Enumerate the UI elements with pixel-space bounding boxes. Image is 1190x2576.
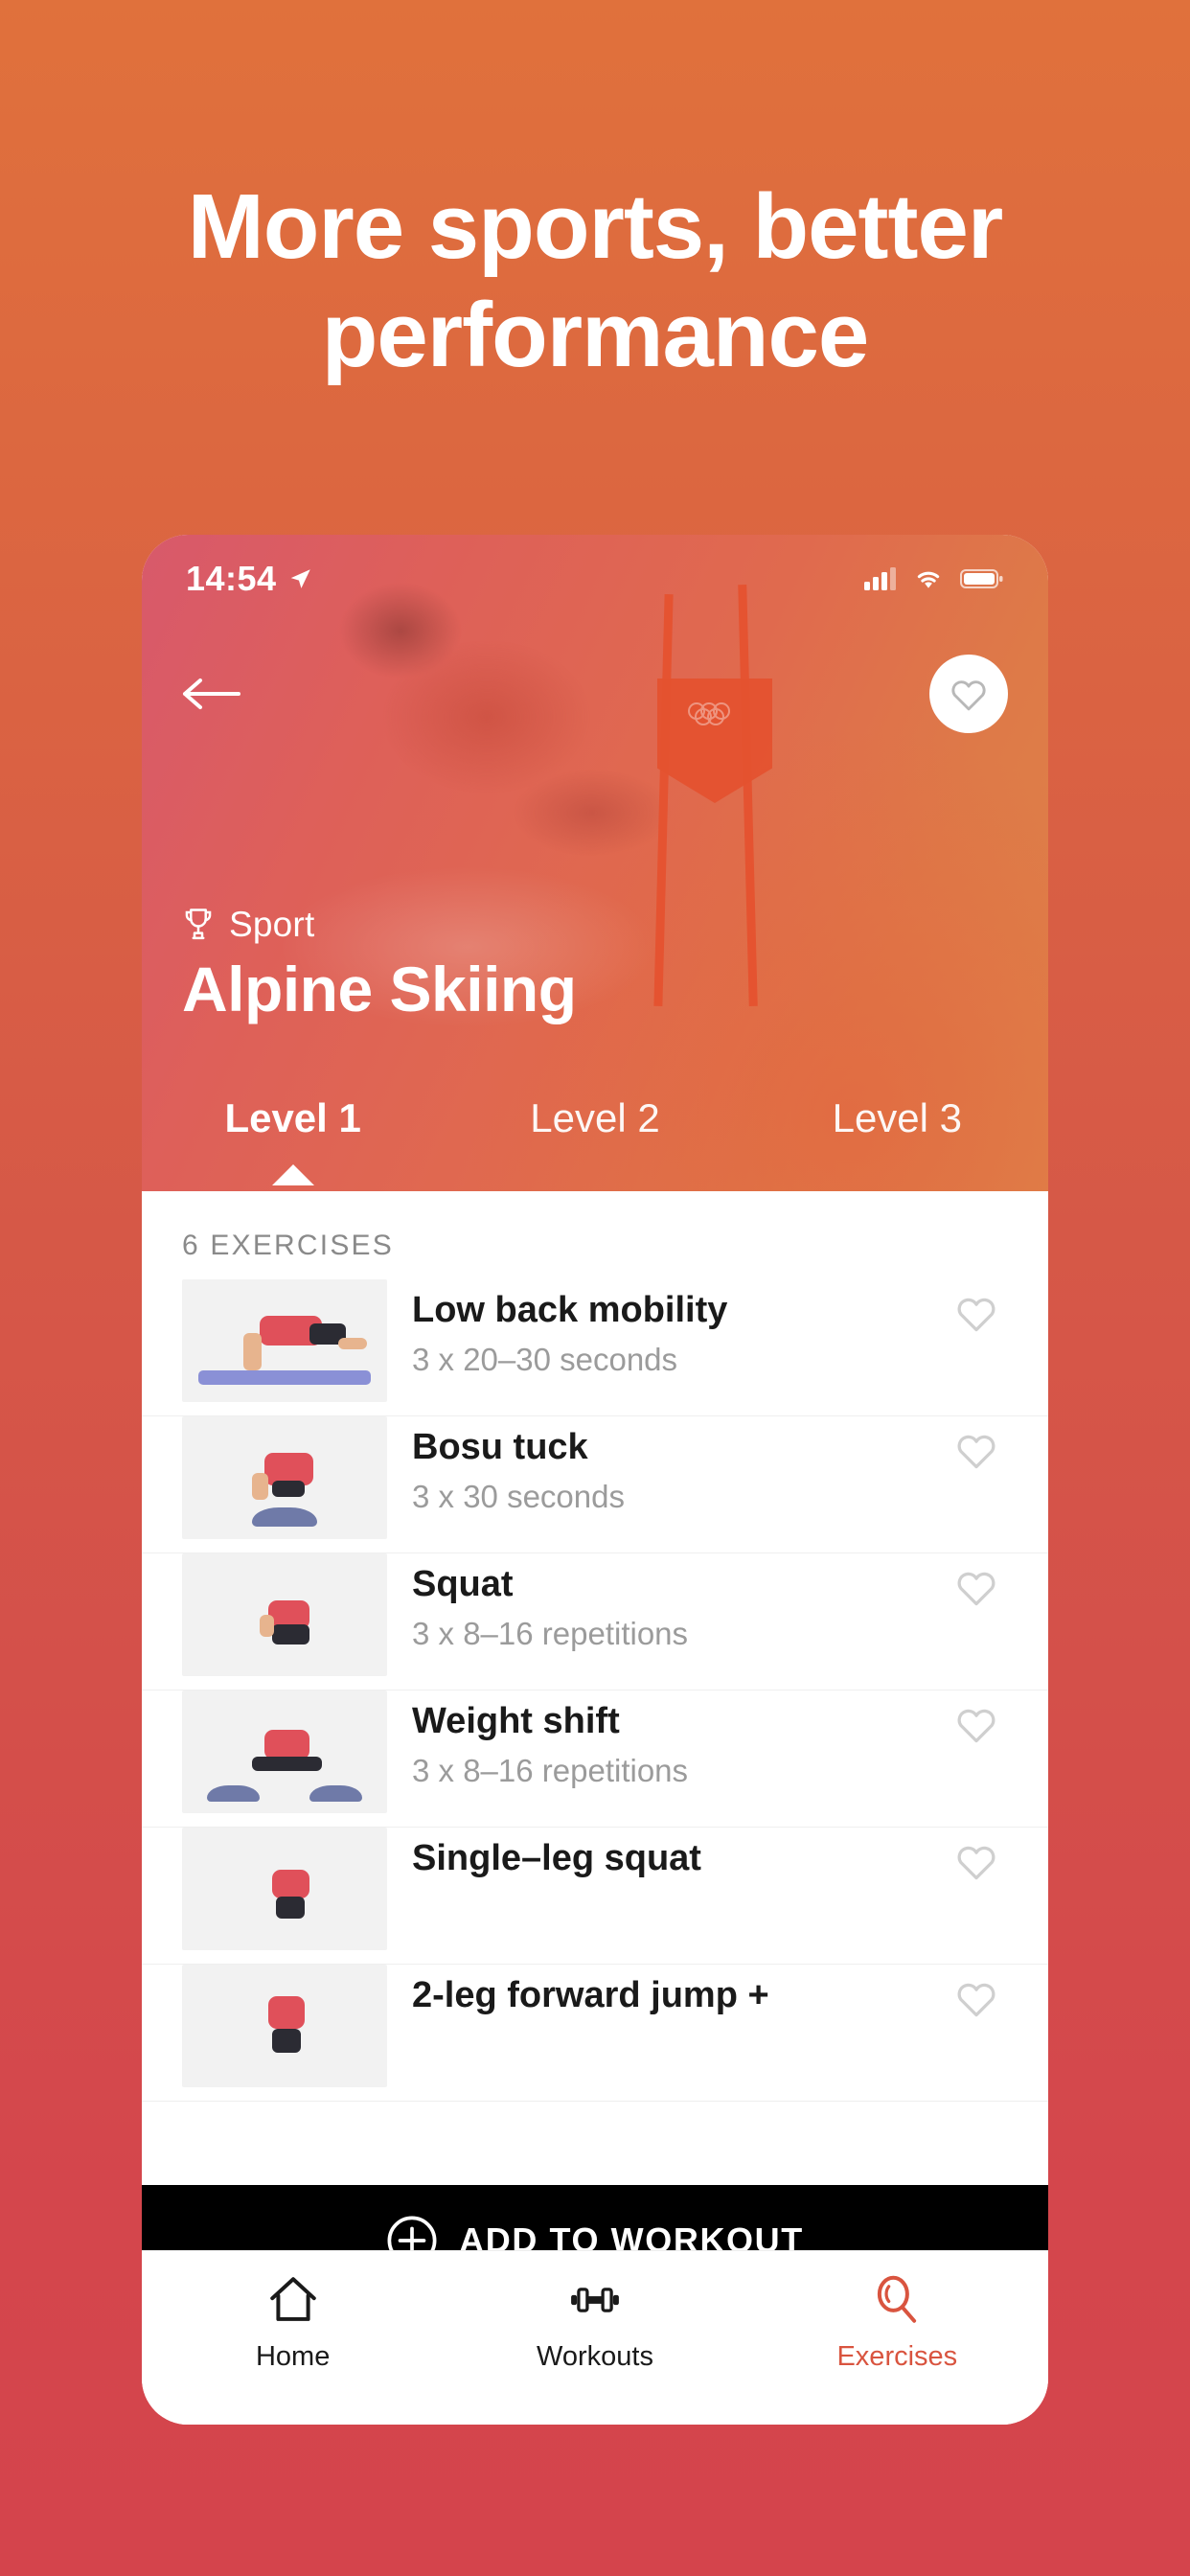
exercise-text: Weight shift 3 x 8–16 repetitions xyxy=(412,1690,929,1789)
exercise-favorite-button[interactable] xyxy=(954,1279,1008,1338)
exercise-thumbnail xyxy=(182,1690,387,1813)
exercise-thumbnail xyxy=(182,1553,387,1676)
sport-hero-image: 14:54 Sport Alpine Skiing Level 1 Level … xyxy=(142,535,1048,1191)
phone-mockup: 14:54 Sport Alpine Skiing Level 1 Level … xyxy=(142,535,1048,2425)
level-tabs: Level 1 Level 2 Level 3 xyxy=(142,1078,1048,1191)
list-item[interactable]: Squat 3 x 8–16 repetitions xyxy=(142,1553,1048,1690)
exercise-name: Low back mobility xyxy=(412,1290,728,1330)
nav-label-workouts: Workouts xyxy=(537,2341,653,2372)
exercise-favorite-button[interactable] xyxy=(954,1828,1008,1886)
exercise-meta: 3 x 8–16 repetitions xyxy=(412,1615,689,1651)
list-item[interactable]: Low back mobility 3 x 20–30 seconds xyxy=(142,1279,1048,1416)
exercise-thumbnail xyxy=(182,1965,387,2087)
exercise-thumbnail xyxy=(182,1279,387,1402)
wifi-icon xyxy=(917,571,940,588)
list-item[interactable]: Single–leg squat xyxy=(142,1828,1048,1965)
exercise-text: Low back mobility 3 x 20–30 seconds xyxy=(412,1279,929,1378)
exercise-text: Bosu tuck 3 x 30 seconds xyxy=(412,1416,929,1515)
page-title-line-2: performance xyxy=(321,284,870,387)
heart-outline-icon xyxy=(957,1983,995,2017)
heart-outline-icon xyxy=(951,680,986,711)
page-title: More sports, better performance xyxy=(0,172,1190,390)
nav-item-exercises[interactable]: Exercises xyxy=(746,2272,1048,2373)
status-bar-indicators xyxy=(864,566,1004,591)
tab-level-1[interactable]: Level 1 xyxy=(142,1095,444,1141)
hero-top-nav xyxy=(142,648,1048,740)
list-item[interactable]: 2-leg forward jump + xyxy=(142,1965,1048,2102)
exercise-name: Bosu tuck xyxy=(412,1427,588,1467)
exercise-favorite-button[interactable] xyxy=(954,1690,1008,1749)
favorite-button[interactable] xyxy=(929,655,1008,733)
bottom-navigation: Home Workouts Exercises xyxy=(142,2250,1048,2425)
status-bar-time-group: 14:54 xyxy=(186,559,313,599)
dumbbell-icon xyxy=(571,2288,619,2312)
back-arrow-icon xyxy=(183,678,240,709)
heart-outline-icon xyxy=(957,1435,995,1469)
search-magnifier-icon xyxy=(878,2275,917,2323)
exercise-count-label: 6 EXERCISES xyxy=(182,1230,394,1261)
sport-title: Alpine Skiing xyxy=(182,953,577,1024)
exercise-favorite-button[interactable] xyxy=(954,1965,1008,2023)
exercise-meta: 3 x 8–16 repetitions xyxy=(412,1752,689,1788)
exercise-name: 2-leg forward jump + xyxy=(412,1975,769,2015)
exercise-list-area: 6 EXERCISES Low back mobility 3 x 20–30 … xyxy=(142,1191,1048,2236)
tab-level-3[interactable]: Level 3 xyxy=(746,1095,1048,1141)
exercise-text: Single–leg squat xyxy=(412,1828,929,1890)
nav-item-home[interactable]: Home xyxy=(142,2272,444,2373)
list-item[interactable]: Weight shift 3 x 8–16 repetitions xyxy=(142,1690,1048,1828)
cellular-signal-icon xyxy=(864,567,896,590)
exercise-text: 2-leg forward jump + xyxy=(412,1965,929,2027)
nav-label-exercises: Exercises xyxy=(836,2341,958,2372)
exercise-text: Squat 3 x 8–16 repetitions xyxy=(412,1553,929,1652)
tab-level-2[interactable]: Level 2 xyxy=(444,1095,745,1141)
exercise-name: Single–leg squat xyxy=(412,1838,701,1878)
exercise-thumbnail xyxy=(182,1416,387,1539)
list-item[interactable]: Bosu tuck 3 x 30 seconds xyxy=(142,1416,1048,1553)
exercise-thumbnail xyxy=(182,1828,387,1950)
exercise-name: Squat xyxy=(412,1564,514,1604)
page-title-line-1: More sports, better xyxy=(187,175,1003,278)
sport-title-block: Sport Alpine Skiing xyxy=(182,905,577,1023)
exercise-favorite-button[interactable] xyxy=(954,1416,1008,1475)
status-bar-time: 14:54 xyxy=(186,559,277,598)
exercise-favorite-button[interactable] xyxy=(954,1553,1008,1612)
heart-outline-icon xyxy=(957,1846,995,1880)
sport-kicker-label: Sport xyxy=(229,904,315,944)
heart-outline-icon xyxy=(957,1709,995,1743)
back-button[interactable] xyxy=(182,665,251,723)
nav-label-home: Home xyxy=(255,2341,331,2372)
exercise-name: Weight shift xyxy=(412,1701,620,1741)
home-icon xyxy=(269,2277,316,2321)
exercise-meta: 3 x 20–30 seconds xyxy=(412,1341,678,1377)
heart-outline-icon xyxy=(957,1572,995,1606)
location-arrow-icon xyxy=(290,569,310,588)
nav-item-workouts[interactable]: Workouts xyxy=(444,2272,745,2373)
battery-icon xyxy=(960,569,1003,588)
status-bar: 14:54 xyxy=(142,535,1048,623)
sport-kicker: Sport xyxy=(182,905,577,945)
heart-outline-icon xyxy=(957,1298,995,1332)
trophy-icon xyxy=(185,908,212,939)
exercise-meta: 3 x 30 seconds xyxy=(412,1478,625,1514)
